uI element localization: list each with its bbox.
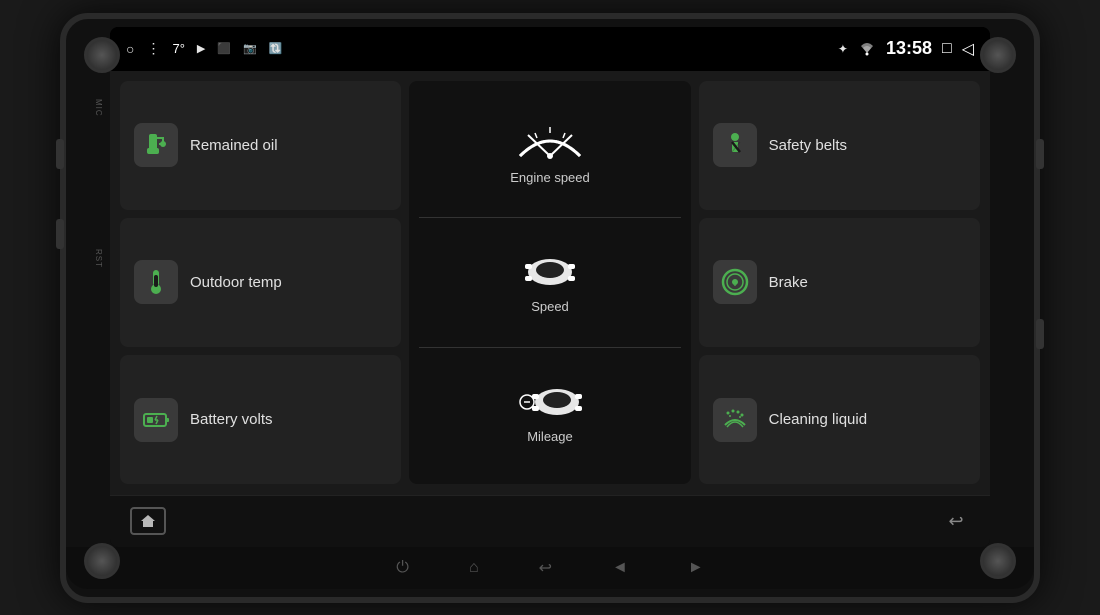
- svg-text:!: !: [733, 278, 736, 288]
- corner-knob-br: [980, 543, 1016, 579]
- safety-belts-label: Safety belts: [769, 137, 847, 154]
- status-right: ✦ 13:58 □ ◁: [838, 38, 974, 59]
- remained-oil-icon: [134, 123, 178, 167]
- speed-icon: [515, 250, 585, 295]
- tile-safety-belts[interactable]: Safety belts: [699, 81, 980, 210]
- brake-label: Brake: [769, 274, 808, 291]
- power-button[interactable]: ⏻: [396, 559, 409, 577]
- physical-bar: ⏻ ⌂ ↩ ◄ ►: [66, 547, 1034, 589]
- corner-knob-tr: [980, 37, 1016, 73]
- play-icon[interactable]: ▶: [197, 42, 205, 55]
- corner-knob-tl: [84, 37, 120, 73]
- side-button-right-top[interactable]: [1036, 139, 1044, 169]
- battery-volts-icon: [134, 398, 178, 442]
- main-content: Remained oil Outdoor temp: [110, 71, 990, 495]
- camera3-icon[interactable]: 🔃: [269, 42, 283, 55]
- temperature-display: 7°: [172, 41, 184, 56]
- mileage-label: Mileage: [527, 429, 573, 444]
- back-button[interactable]: ↩: [942, 507, 970, 535]
- window-icon[interactable]: □: [942, 40, 952, 58]
- mileage-section: Mileage: [419, 348, 680, 477]
- home-button[interactable]: [130, 507, 166, 535]
- cleaning-liquid-label: Cleaning liquid: [769, 411, 867, 428]
- tile-brake[interactable]: ! Brake: [699, 218, 980, 347]
- wifi-icon: [858, 42, 876, 56]
- rst-label: RST: [94, 249, 103, 268]
- tile-remained-oil[interactable]: Remained oil: [120, 81, 401, 210]
- tile-center-dashboard[interactable]: Engine speed: [409, 81, 690, 485]
- speed-section: Speed: [419, 218, 680, 348]
- clock: 13:58: [886, 38, 932, 59]
- screen: ○ ⋮ 7° ▶ ⬛ 📷 🔃 ✦ 13:58 □ ◁: [110, 27, 990, 547]
- engine-speed-icon: [510, 121, 590, 166]
- home-icon[interactable]: ○: [126, 41, 134, 57]
- menu-icon[interactable]: ⋮: [146, 40, 160, 57]
- engine-speed-section: Engine speed: [419, 89, 680, 219]
- side-button-left-mid[interactable]: [56, 219, 64, 249]
- outdoor-temp-icon: [134, 260, 178, 304]
- safety-belts-icon: [713, 123, 757, 167]
- mic-label: MIC: [94, 99, 103, 117]
- status-bar: ○ ⋮ 7° ▶ ⬛ 📷 🔃 ✦ 13:58 □ ◁: [110, 27, 990, 71]
- side-button-right-bot[interactable]: [1036, 319, 1044, 349]
- engine-speed-label: Engine speed: [510, 170, 590, 185]
- vol-up-button[interactable]: ►: [688, 559, 704, 577]
- vol-down-button[interactable]: ◄: [612, 559, 628, 577]
- bluetooth-icon: ✦: [838, 42, 848, 56]
- speed-label: Speed: [531, 299, 569, 314]
- back-icon[interactable]: ◁: [962, 39, 974, 59]
- corner-knob-bl: [84, 543, 120, 579]
- tile-cleaning-liquid[interactable]: Cleaning liquid: [699, 355, 980, 484]
- home-physical-button[interactable]: ⌂: [469, 559, 479, 577]
- cleaning-liquid-icon: [713, 398, 757, 442]
- camera2-icon[interactable]: 📷: [243, 42, 257, 55]
- bottom-bar: ↩: [110, 495, 990, 547]
- dashboard-grid: Remained oil Outdoor temp: [120, 81, 980, 485]
- mileage-icon: [515, 380, 585, 425]
- back-physical-button[interactable]: ↩: [539, 558, 552, 578]
- brake-icon: !: [713, 260, 757, 304]
- camera1-icon[interactable]: ⬛: [217, 42, 231, 55]
- tile-battery-volts[interactable]: Battery volts: [120, 355, 401, 484]
- remained-oil-label: Remained oil: [190, 137, 278, 154]
- battery-volts-label: Battery volts: [190, 411, 273, 428]
- tile-outdoor-temp[interactable]: Outdoor temp: [120, 218, 401, 347]
- side-button-left-top[interactable]: [56, 139, 64, 169]
- device-frame: MIC RST ○ ⋮ 7° ▶ ⬛ 📷 🔃 ✦ 13:58 □ ◁: [60, 13, 1040, 603]
- outdoor-temp-label: Outdoor temp: [190, 274, 282, 291]
